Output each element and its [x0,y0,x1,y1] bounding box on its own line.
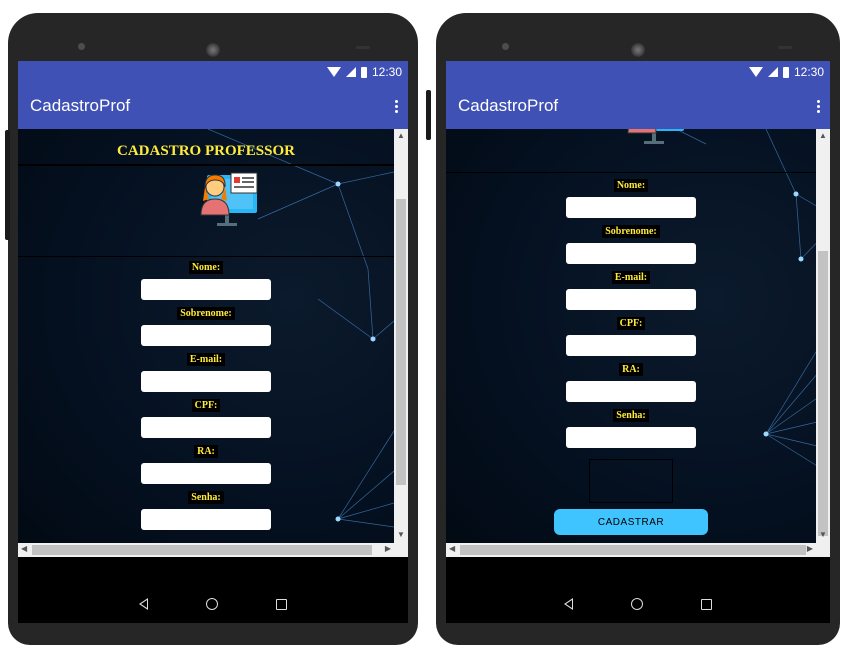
screen-left: 12:30 CadastroProf CADASTRO PROFESSOR No… [18,61,408,585]
battery-icon [782,66,789,78]
nome-input[interactable] [141,279,271,300]
power-button [5,130,10,240]
field-label: Senha: [188,491,224,504]
navigation-bar [18,585,408,623]
app-title: CadastroProf [458,96,559,115]
teacher-icon [627,129,684,144]
registration-form: Nome: Sobrenome: E-mail: CPF: RA: Senha: [18,261,394,537]
field-label: Nome: [613,179,649,192]
teacher-icon [200,172,258,226]
home-icon[interactable] [206,598,218,610]
vertical-scrollbar[interactable]: ▲ ▼ [816,129,830,557]
scroll-thumb[interactable] [460,545,806,555]
status-bar: 12:30 [18,61,408,83]
field-label: RA: [194,445,218,458]
scroll-thumb[interactable] [32,545,372,555]
email-input[interactable] [566,289,696,310]
volume-button [426,90,431,140]
proximity-sensor [356,46,370,49]
field-label: CPF: [616,317,646,330]
registration-form: Nome: Sobrenome: E-mail: CPF: RA: Senha:… [446,179,816,535]
earpiece-speaker [206,43,220,57]
cpf-input[interactable] [566,335,696,356]
scroll-up-icon[interactable]: ▲ [819,131,827,140]
senha-input[interactable] [566,427,696,448]
scroll-left-icon[interactable]: ◀ [21,544,27,553]
field-label: Nome: [188,261,224,274]
cpf-input[interactable] [141,417,271,438]
scroll-corner [394,543,408,557]
app-bar: CadastroProf [18,83,408,129]
sobrenome-input[interactable] [566,243,696,264]
ra-input[interactable] [141,463,271,484]
signal-icon [767,67,778,77]
scroll-thumb[interactable] [396,199,406,485]
back-icon[interactable] [139,598,148,610]
ra-input[interactable] [566,381,696,402]
scroll-corner [816,543,830,557]
status-bar: 12:30 [446,61,830,83]
recent-apps-icon[interactable] [701,598,712,610]
scroll-down-icon[interactable]: ▼ [397,530,405,539]
emulator-view: 12:30 CadastroProf CADASTRO PROFESSOR No… [0,0,844,648]
wifi-icon [748,67,763,77]
horizontal-scrollbar[interactable]: ◀ ▶ [18,543,394,557]
form-content[interactable]: Nome: Sobrenome: E-mail: CPF: RA: Senha:… [446,129,830,557]
field-label: Senha: [613,409,649,422]
earpiece-speaker [631,43,645,57]
field-label: RA: [619,363,643,376]
phone-right: 12:30 CadastroProf Nome: Sobrenome: E-ma… [436,13,840,645]
field-label: E-mail: [186,353,226,366]
image-placeholder [589,459,673,503]
status-time: 12:30 [371,65,402,79]
back-icon[interactable] [564,598,573,610]
field-label: Sobrenome: [177,307,235,320]
scroll-right-icon[interactable]: ▶ [385,544,391,553]
field-label: E-mail: [611,271,651,284]
front-camera [502,43,509,50]
scroll-thumb[interactable] [818,251,828,536]
sobrenome-input[interactable] [141,325,271,346]
field-label: CPF: [191,399,221,412]
screen-right: 12:30 CadastroProf Nome: Sobrenome: E-ma… [446,61,830,585]
proximity-sensor [778,46,792,49]
status-time: 12:30 [793,65,824,79]
horizontal-scrollbar[interactable]: ◀ ▶ [446,543,816,557]
app-bar: CadastroProf [446,83,830,129]
battery-icon [360,66,367,78]
front-camera [78,43,85,50]
form-content[interactable]: CADASTRO PROFESSOR Nome: Sobrenome: E-ma… [18,129,408,557]
cadastrar-button[interactable]: CADASTRAR [554,509,708,535]
nome-input[interactable] [566,197,696,218]
page-title: CADASTRO PROFESSOR [117,143,295,159]
vertical-scrollbar[interactable]: ▲ ▼ [394,129,408,557]
home-icon[interactable] [631,598,643,610]
overflow-menu-icon[interactable] [394,99,398,113]
navigation-bar [446,585,830,623]
recent-apps-icon[interactable] [276,598,287,610]
app-title: CadastroProf [30,96,131,115]
scroll-up-icon[interactable]: ▲ [397,131,405,140]
wifi-icon [326,67,341,77]
signal-icon [345,67,356,77]
phone-left: 12:30 CadastroProf CADASTRO PROFESSOR No… [8,13,418,645]
scroll-down-icon[interactable]: ▼ [819,530,827,539]
overflow-menu-icon[interactable] [816,99,820,113]
scroll-right-icon[interactable]: ▶ [807,544,813,553]
email-input[interactable] [141,371,271,392]
scroll-left-icon[interactable]: ◀ [449,544,455,553]
field-label: Sobrenome: [602,225,660,238]
senha-input[interactable] [141,509,271,530]
